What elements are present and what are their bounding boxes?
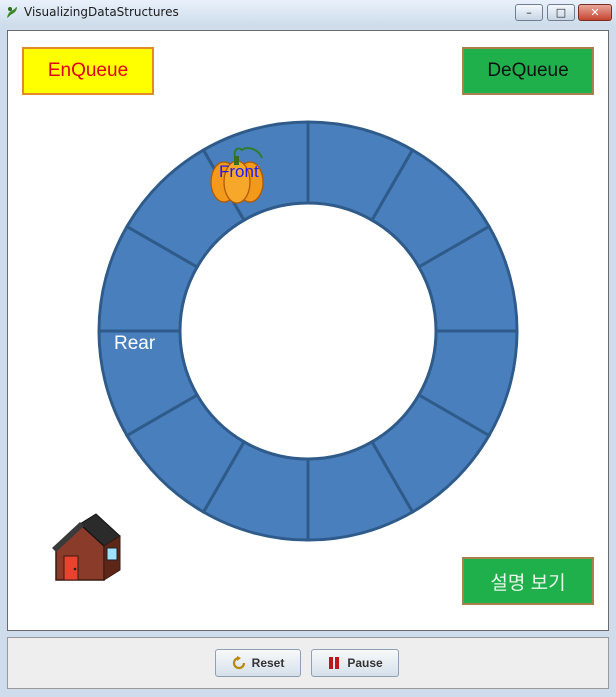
refresh-icon [232, 656, 245, 670]
pause-icon [329, 657, 340, 669]
dequeue-button[interactable]: DeQueue [462, 47, 594, 95]
explain-button[interactable]: 설명 보기 [462, 557, 594, 605]
house-icon [52, 513, 121, 581]
enqueue-button[interactable]: EnQueue [22, 47, 154, 95]
pause-label: Pause [347, 656, 383, 670]
control-panel [7, 637, 609, 689]
front-label: Front [219, 162, 259, 181]
reset-label: Reset [251, 656, 285, 670]
queue-slots [97, 120, 519, 542]
rear-label: Rear [114, 333, 156, 354]
pause-button[interactable]: Pause [311, 649, 399, 677]
reset-button[interactable]: Reset [215, 649, 301, 677]
